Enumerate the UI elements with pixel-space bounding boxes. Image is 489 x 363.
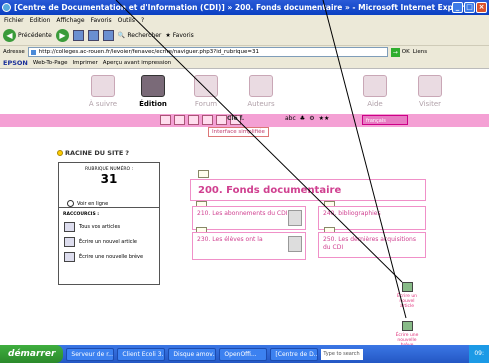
nav-aide[interactable]: Aide (350, 75, 400, 108)
subrubrique-250[interactable]: 250. Les dernières acquisitions du CDI (318, 232, 426, 258)
page-content: À suivre Édition Forum Auteurs Aide Visi… (0, 69, 489, 345)
task-openoffice[interactable]: OpenOffi... (219, 347, 268, 361)
window-title: [Centre de Documentation et d'Informatio… (14, 3, 474, 12)
web-to-page-button[interactable]: Web-To-Page (33, 60, 68, 66)
task-client[interactable]: Client Ecoli 3... (117, 347, 166, 361)
taskbar: démarrer Serveur de r... Client Ecoli 3.… (0, 345, 489, 363)
start-button[interactable]: démarrer (0, 345, 64, 363)
print-preview-button[interactable]: Aperçu avant impression (103, 60, 171, 66)
edit-icon (141, 75, 165, 97)
help-icon[interactable]: ? (125, 149, 129, 157)
pink-toolbar: Clé f. abc ♣ ⚙ ★★ français (0, 114, 489, 127)
menu-fichier[interactable]: Fichier (4, 15, 24, 26)
forward-button[interactable]: ▶ (55, 29, 69, 42)
articles-icon (64, 222, 75, 232)
print-button[interactable]: Imprimer (73, 60, 98, 66)
home-icon (91, 75, 115, 97)
maximize-button[interactable]: □ (464, 2, 475, 13)
close-button[interactable]: × (476, 2, 487, 13)
new-article-icon (64, 237, 75, 247)
tool-icon[interactable] (188, 115, 199, 125)
help-icon (363, 75, 387, 97)
nav-visiter[interactable]: Visiter (405, 75, 455, 108)
new-article-icon (401, 282, 413, 292)
refresh-icon[interactable] (87, 30, 99, 41)
main-title: 200. Fonds documentaire (190, 179, 426, 201)
address-bar: Adresse http://colleges.ac-rouen.fr/levo… (0, 46, 489, 58)
gear-icon[interactable]: ⚙ (309, 115, 314, 122)
abc-icon[interactable]: abc (285, 115, 296, 122)
thumbnail-image (288, 210, 302, 226)
clock: 09: (474, 350, 484, 357)
menu-affichage[interactable]: Affichage (56, 15, 84, 26)
epson-logo: EPSON (3, 59, 28, 67)
thumbnail-image (288, 236, 302, 252)
mail-icon[interactable] (216, 115, 227, 125)
go-arrow-icon: → (390, 47, 400, 57)
ie-icon (2, 3, 11, 12)
nav-a-suivre[interactable]: À suivre (78, 75, 128, 108)
menu-help[interactable]: ? (141, 15, 144, 26)
task-serveur[interactable]: Serveur de r... (66, 347, 115, 361)
shortcut-all-articles[interactable]: Tous vos articles (64, 222, 159, 232)
magnifier-icon (67, 200, 74, 207)
minimize-button[interactable]: _ (452, 2, 463, 13)
authors-icon (249, 75, 273, 97)
menu-bar: Fichier Edition Affichage Favoris Outils… (0, 15, 489, 26)
menu-favoris[interactable]: Favoris (91, 15, 112, 26)
search-button[interactable]: 🔍 Rechercher (118, 32, 161, 39)
new-breve-icon (64, 252, 75, 262)
visit-icon (418, 75, 442, 97)
bullet-icon (57, 150, 63, 156)
taskbar-search[interactable]: Type to search (321, 348, 364, 360)
language-select[interactable]: français (362, 115, 408, 125)
folder-icon (198, 170, 209, 178)
task-disque[interactable]: Disque amov... (168, 347, 217, 361)
star-icon: ★ (165, 32, 171, 39)
nav-edition[interactable]: Édition (128, 75, 178, 108)
subrubrique-230[interactable]: 230. Les élèves ont la (192, 232, 306, 260)
right-icons: abc ♣ ⚙ ★★ (285, 115, 329, 122)
browser-toolbar: ◀ Précédente ▶ 🔍 Rechercher ★ Favoris (0, 26, 489, 46)
clef-label: Clé f. (227, 115, 245, 122)
star-icon[interactable]: ★★ (319, 115, 330, 122)
interface-tooltip: Interface simplifiée (208, 127, 269, 137)
epson-toolbar: EPSON Web-To-Page Imprimer Aperçu avant … (0, 58, 489, 69)
raccourcis-box: RACCOURCIS : Tous vos articles Écrire un… (58, 207, 160, 285)
links-label[interactable]: Liens (413, 49, 427, 55)
home-icon[interactable] (102, 30, 114, 41)
new-breve-icon (401, 321, 413, 331)
back-arrow-icon: ◀ (3, 29, 16, 42)
system-tray: 09: (469, 345, 489, 363)
racine-heading[interactable]: RACINE DU SITE? (57, 149, 129, 157)
rubrique-box: RUBRIQUE NUMÉRO : 31 Voir en ligne (58, 162, 160, 212)
nav-auteurs[interactable]: Auteurs (236, 75, 286, 108)
write-breve-button[interactable]: Écrire une nouvelle brève (394, 321, 420, 345)
back-button[interactable]: ◀ Précédente (3, 29, 52, 42)
window-title-bar: [Centre de Documentation et d'Informatio… (0, 0, 489, 15)
search-icon: 🔍 (117, 32, 126, 39)
voir-en-ligne-link[interactable]: Voir en ligne (67, 200, 108, 207)
tool-icon[interactable] (202, 115, 213, 125)
shortcut-new-article[interactable]: Écrire un nouvel article (64, 237, 159, 247)
tool-icon[interactable] (160, 115, 171, 125)
menu-edition[interactable]: Edition (30, 15, 51, 26)
address-label: Adresse (3, 49, 25, 55)
tool-icon[interactable] (174, 115, 185, 125)
nav-forum[interactable]: Forum (181, 75, 231, 108)
favorites-button[interactable]: ★ Favoris (165, 32, 193, 39)
stop-icon[interactable] (72, 30, 84, 41)
address-input[interactable]: http://colleges.ac-rouen.fr/levoier/fena… (27, 47, 388, 57)
rubrique-number: 31 (100, 172, 118, 186)
raccourcis-title: RACCOURCIS : (63, 212, 100, 217)
main-nav: À suivre Édition Forum Auteurs Aide Visi… (0, 75, 489, 115)
menu-outils[interactable]: Outils (118, 15, 135, 26)
color-icon[interactable]: ♣ (300, 115, 305, 122)
write-article-button[interactable]: Écrire un nouvel article (394, 282, 420, 309)
shortcut-new-breve[interactable]: Écrire une nouvelle brève (64, 252, 159, 262)
task-cdi[interactable]: [Centre de D... (270, 347, 319, 361)
speech-bubble-icon (194, 75, 218, 97)
go-button[interactable]: → OK (390, 47, 410, 57)
subrubrique-210[interactable]: 210. Les abonnements du CDI (192, 206, 306, 230)
